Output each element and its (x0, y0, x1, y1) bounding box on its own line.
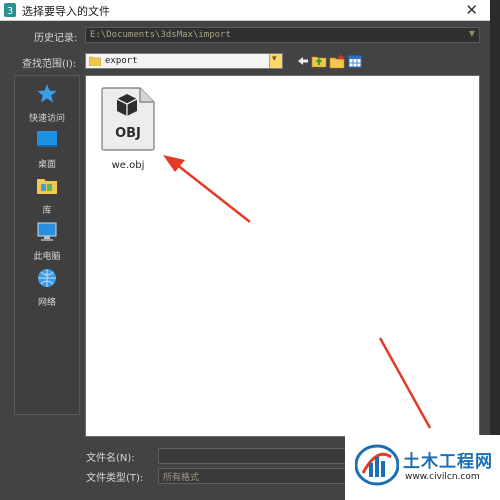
look-in-value: export (105, 56, 138, 66)
watermark-logo: 土木工程网 www.civilcn.com (345, 435, 500, 500)
folder-icon (89, 56, 101, 66)
background-strip (490, 0, 500, 500)
watermark-url: www.civilcn.com (405, 472, 480, 482)
place-label: 网络 (37, 298, 56, 308)
file-item[interactable]: OBJ we.obj (98, 84, 158, 174)
place-label: 此电脑 (33, 252, 61, 262)
look-in-dropdown-button[interactable] (269, 54, 282, 68)
place-quick-access[interactable]: 快速访问 (15, 82, 79, 124)
chevron-down-icon[interactable]: ▼ (469, 29, 475, 38)
place-network[interactable]: 网络 (15, 266, 79, 308)
new-folder-button[interactable] (329, 53, 345, 69)
title-bar: 3 选择要导入的文件 ✕ (0, 0, 490, 21)
library-icon (37, 179, 57, 194)
new-folder-icon (329, 54, 345, 69)
close-button[interactable]: ✕ (465, 1, 478, 19)
filename-label: 文件名(N): (86, 453, 135, 464)
svg-text:3: 3 (7, 6, 13, 17)
look-in-label: 查找范围(I): (22, 59, 77, 70)
star-icon (37, 84, 57, 103)
place-library[interactable]: 库 (15, 174, 79, 216)
view-menu-button[interactable] (347, 53, 369, 69)
file-name: we.obj (111, 160, 145, 171)
computer-icon (37, 222, 57, 241)
window-title: 选择要导入的文件 (22, 5, 110, 18)
filetype-label: 文件类型(T): (86, 473, 144, 484)
file-list[interactable]: OBJ we.obj (85, 75, 480, 437)
import-dialog: 3 选择要导入的文件 ✕ 历史记录: E:\Documents\3dsMax\i… (0, 0, 490, 500)
watermark-title: 土木工程网 (403, 452, 493, 472)
place-desktop[interactable]: 桌面 (15, 128, 79, 170)
history-label: 历史记录: (34, 33, 78, 44)
up-folder-icon (311, 56, 327, 68)
file-type-badge: OBJ (115, 126, 141, 141)
obj-file-icon: OBJ (101, 87, 155, 151)
logo-mark-icon (355, 444, 399, 486)
place-label: 快速访问 (28, 114, 65, 124)
history-value: E:\Documents\3dsMax\import (90, 30, 231, 40)
place-this-pc[interactable]: 此电脑 (15, 220, 79, 262)
desktop-icon (37, 131, 57, 147)
place-label: 桌面 (37, 160, 56, 170)
view-grid-icon (348, 55, 362, 68)
place-label: 库 (42, 206, 52, 216)
filetype-value: 所有格式 (163, 473, 200, 483)
history-combo[interactable]: E:\Documents\3dsMax\import ▼ (85, 27, 480, 43)
back-button[interactable] (295, 53, 311, 69)
up-folder-button[interactable] (311, 53, 327, 69)
look-in-combo[interactable]: export (85, 53, 283, 69)
back-arrow-icon (298, 57, 308, 65)
app-icon: 3 (4, 3, 16, 17)
network-icon (38, 269, 56, 287)
places-bar: 快速访问 桌面 库 此电脑 网络 (14, 75, 80, 415)
